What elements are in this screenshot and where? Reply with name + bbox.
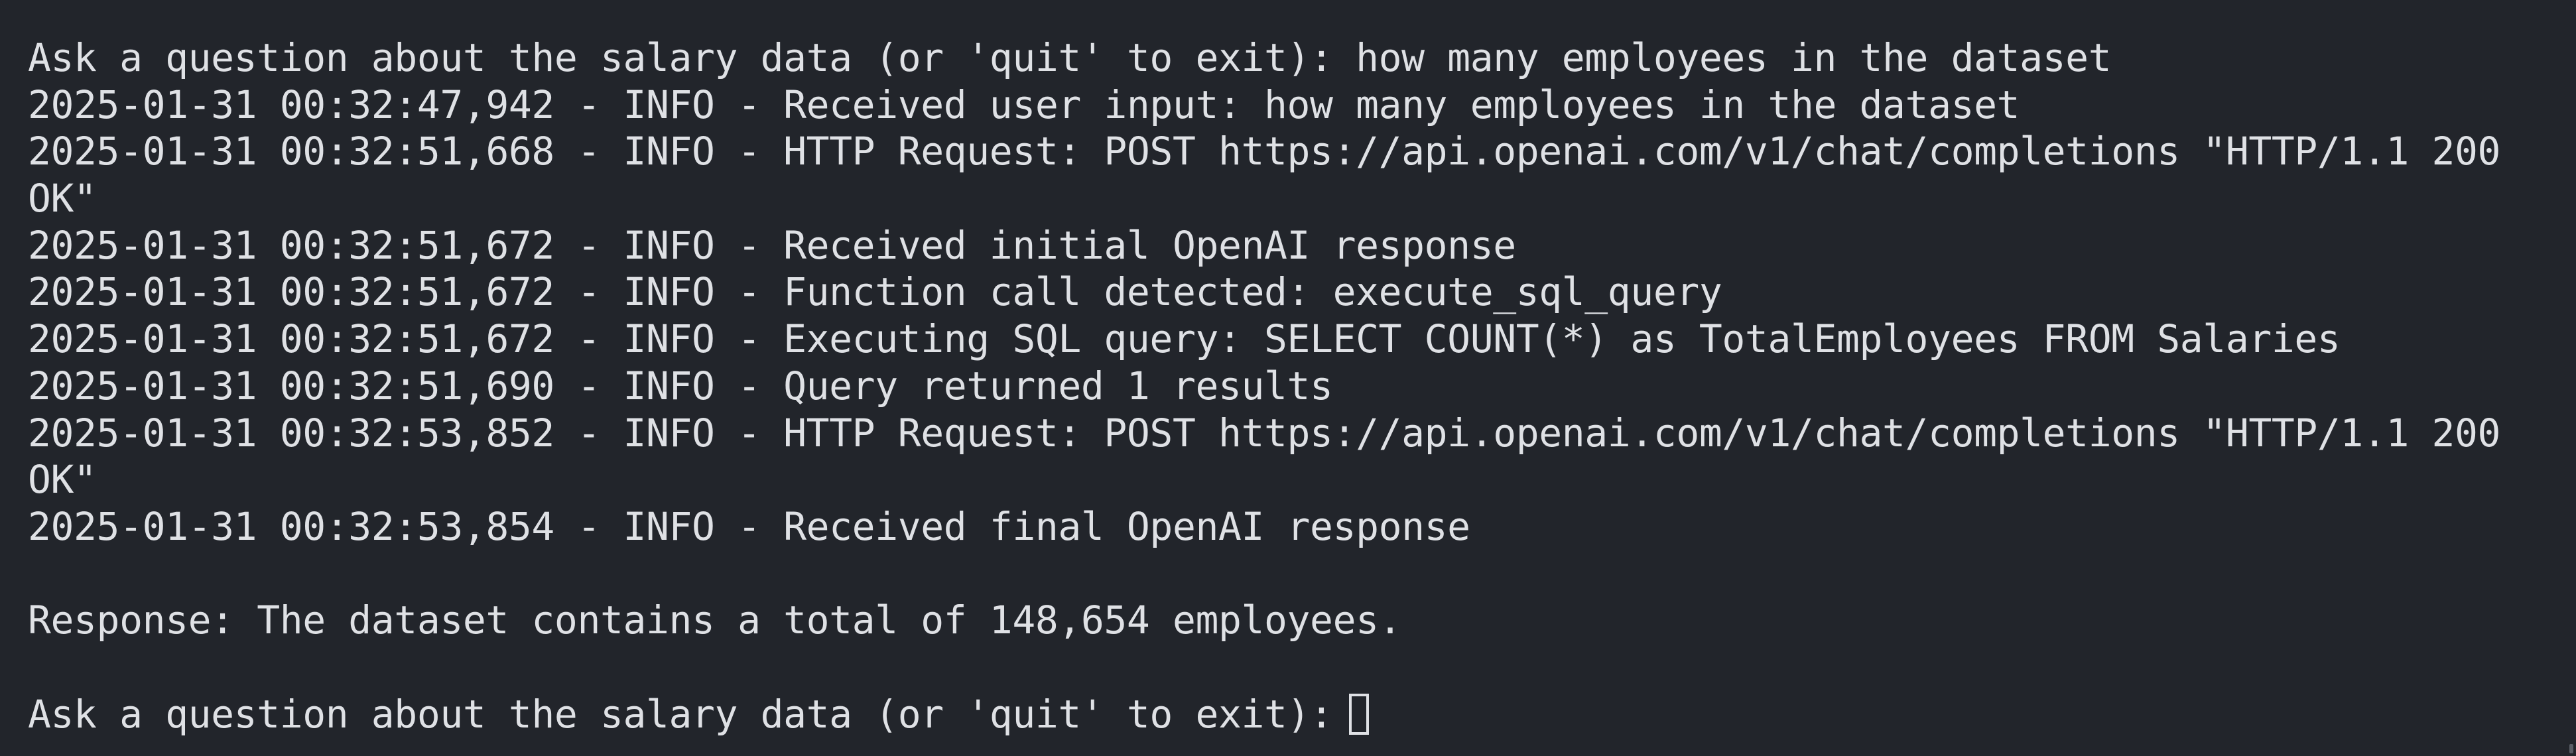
terminal-line-log-wrap: OK" <box>28 457 97 503</box>
terminal-window[interactable]: Ask a question about the salary data (or… <box>0 0 2576 756</box>
input-prompt-row[interactable]: Ask a question about the salary data (or… <box>28 691 2576 738</box>
scroll-indicator <box>2569 744 2573 753</box>
terminal-line-log: 2025-01-31 00:32:51,668 - INFO - HTTP Re… <box>28 129 2501 174</box>
terminal-line-log: 2025-01-31 00:32:53,852 - INFO - HTTP Re… <box>28 410 2501 456</box>
terminal-line-log: 2025-01-31 00:32:51,672 - INFO - Executi… <box>28 316 2341 362</box>
terminal-line-log-wrap: OK" <box>28 176 97 221</box>
terminal-line-log: 2025-01-31 00:32:51,672 - INFO - Receive… <box>28 222 1516 268</box>
terminal-line-log: 2025-01-31 00:32:51,672 - INFO - Functio… <box>28 269 1722 315</box>
terminal-line-question: Ask a question about the salary data (or… <box>28 35 2112 80</box>
terminal-line-response: Response: The dataset contains a total o… <box>28 598 1402 643</box>
input-prompt-label: Ask a question about the salary data (or… <box>28 691 1333 737</box>
terminal-line-log: 2025-01-31 00:32:47,942 - INFO - Receive… <box>28 82 2020 127</box>
terminal-line-log: 2025-01-31 00:32:51,690 - INFO - Query r… <box>28 363 1333 409</box>
text-cursor[interactable] <box>1348 693 1369 735</box>
terminal-line-log: 2025-01-31 00:32:53,854 - INFO - Receive… <box>28 503 1470 549</box>
